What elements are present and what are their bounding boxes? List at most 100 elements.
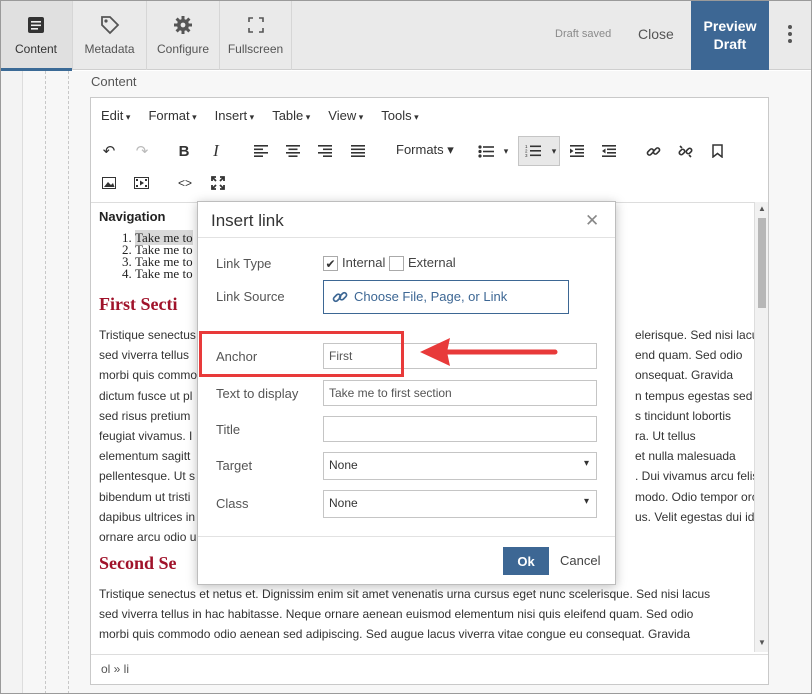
paragraph-line: morbi quis commo [99,368,198,383]
menu-table[interactable]: Table [272,108,310,123]
title-field[interactable] [323,416,597,442]
fullscreen-editor-icon[interactable] [205,170,231,196]
bold-icon[interactable]: B [171,138,197,164]
paragraph-line: feugiat vivamus. I [99,429,193,444]
paragraph-line: bibendum ut tristi [99,489,191,504]
arrow-icon [420,338,558,366]
link-icon[interactable] [640,138,666,164]
ok-button[interactable]: Ok [503,547,549,575]
external-checkbox[interactable] [389,256,404,271]
gear-icon [172,14,194,36]
internal-label: Internal [342,255,386,270]
menu-view[interactable]: View [328,108,363,123]
tab-configure-label: Configure [156,42,210,56]
indent-icon[interactable] [596,138,622,164]
editor-toolbar-row-2: <> [91,170,768,198]
target-label: Target [216,458,253,473]
formats-dropdown[interactable]: Formats ▾ [396,142,454,158]
paragraph-line: et nulla malesuada [635,449,736,464]
paragraph-line: sed risus pretium [99,408,191,423]
dialog-title: Insert link [211,211,284,230]
source-code-icon[interactable]: <> [172,170,198,196]
paragraph-line: s tincidunt lobortis [635,408,732,423]
menu-edit[interactable]: Edit [101,108,130,123]
draft-status: Draft saved [555,28,612,40]
paragraph-line: pellentesque. Ut s [99,469,196,484]
bookmark-icon[interactable] [704,138,730,164]
class-label: Class [216,496,249,511]
menu-format[interactable]: Format [148,108,196,123]
redo-icon[interactable]: ↷ [129,138,155,164]
editor-menubar: Edit Format Insert Table View Tools [91,98,768,132]
text-to-display-label: Text to display [216,386,299,401]
divider [198,237,615,238]
paragraph-line: elementum sagitt [99,449,191,464]
title-label: Title [216,422,241,437]
tab-content[interactable]: Content [0,0,73,71]
section-text-right: elerisque. Sed nisi lacus end quam. Sed o… [635,325,754,547]
scroll-down-icon[interactable]: ▼ [758,638,766,647]
more-options-icon[interactable] [780,22,800,46]
link-source-label: Link Source [216,289,285,304]
scroll-up-icon[interactable]: ▲ [758,204,766,213]
link-type-label: Link Type [216,256,272,271]
paragraph-line: . Dui vivamus arcu felis [635,469,754,484]
align-left-icon[interactable] [248,138,274,164]
divider [198,536,615,537]
image-icon[interactable] [96,170,122,196]
class-value: None [329,496,358,510]
menu-tools[interactable]: Tools [381,108,418,123]
bullet-list-dropdown-icon[interactable]: ▾ [493,138,519,164]
paragraph-line: n tempus egestas sed [635,388,753,403]
tab-content-label: Content [14,42,58,56]
section-text-left: Tristique senectus sed viverra tellus morb… [99,325,197,547]
align-center-icon[interactable] [280,138,306,164]
text-to-display-field[interactable]: Take me to first section [323,380,597,406]
external-label: External [408,255,456,270]
media-icon[interactable] [128,170,154,196]
internal-checkbox[interactable]: ✔ [323,256,338,271]
italic-icon[interactable]: I [203,138,229,164]
paragraph-line: Tristique senectus [99,328,196,342]
editor-toolbar: ↶ ↷ B I Formats ▾ ▾ 123 ▾ [91,136,768,166]
tab-metadata[interactable]: Metadata [73,0,147,70]
paragraph-line: onsequat. Gravida [635,368,734,383]
tab-configure[interactable]: Configure [147,0,220,70]
highlight-box [199,331,404,377]
close-button[interactable]: Close [638,26,674,42]
menu-insert[interactable]: Insert [215,108,255,123]
svg-text:3: 3 [525,153,528,158]
scrollbar[interactable]: ▲ ▼ [754,202,768,652]
cancel-button[interactable]: Cancel [560,553,600,568]
class-select[interactable]: None [323,490,597,518]
paragraph-line: elerisque. Sed nisi lacus [635,328,754,342]
tag-icon [99,14,121,36]
tab-fullscreen-label: Fullscreen [227,42,284,56]
paragraph-line: dapibus ultrices in [99,509,196,524]
target-select[interactable]: None [323,452,597,480]
scroll-thumb[interactable] [758,218,766,308]
tab-metadata-label: Metadata [84,42,135,56]
unlink-icon[interactable] [672,138,698,164]
paragraph-line: sed viverra tellus [99,348,190,363]
paragraph-line: us. Velit egestas dui id [635,509,754,524]
align-justify-icon[interactable] [345,138,371,164]
align-right-icon[interactable] [312,138,338,164]
link-icon [332,289,348,308]
section-paragraph: Tristique senectus et netus et. Dignissi… [99,587,711,642]
choose-link-button[interactable]: Choose File, Page, or Link [323,280,569,314]
fullscreen-icon [245,14,267,36]
numbered-list-button[interactable]: 123 ▾ [518,136,560,166]
preview-draft-button[interactable]: Preview Draft [691,0,769,70]
draft-label: Draft [713,36,747,52]
close-icon[interactable]: ✕ [585,211,599,231]
undo-icon[interactable]: ↶ [96,138,122,164]
outdent-icon[interactable] [564,138,590,164]
divider [68,71,69,694]
divider [45,71,46,694]
element-path: ol » li [91,654,768,684]
tab-fullscreen[interactable]: Fullscreen [220,0,292,70]
paragraph-line: ornare arcu odio u [99,530,197,545]
paragraph-line [635,527,754,547]
content-field-label: Content [91,74,137,89]
